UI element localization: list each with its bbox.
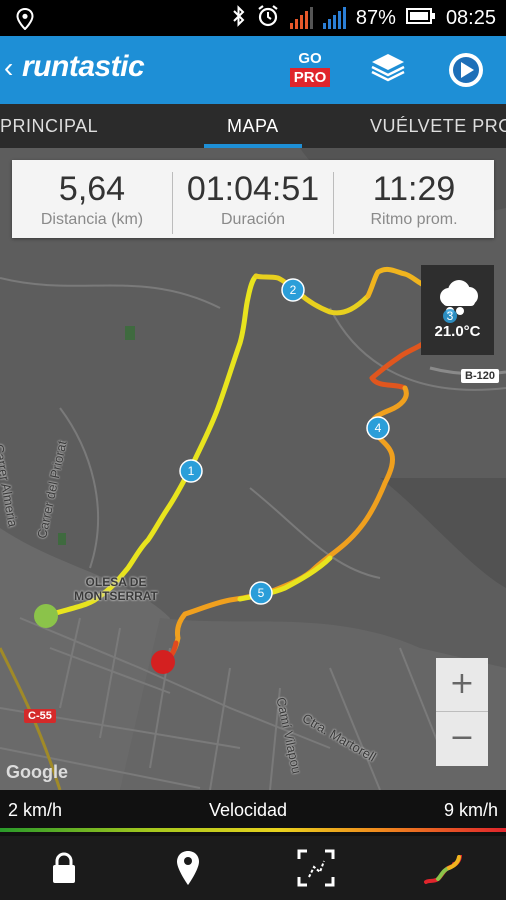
distance-label: Distancia (km) bbox=[40, 211, 144, 228]
speed-label: Velocidad bbox=[209, 800, 288, 820]
tab-principal[interactable]: PRINCIPAL bbox=[0, 116, 98, 137]
battery-icon bbox=[405, 7, 436, 30]
route-scan-icon[interactable] bbox=[296, 848, 336, 888]
distance-value: 5,64 bbox=[58, 170, 126, 208]
route-end-marker bbox=[151, 650, 175, 674]
duration-label: Duración bbox=[220, 211, 286, 228]
km-marker-1-label: 1 bbox=[188, 464, 195, 478]
music-player-icon[interactable] bbox=[446, 50, 486, 90]
town-label: OLESA DE MONTSERRAT bbox=[74, 575, 158, 603]
bluetooth-icon bbox=[232, 4, 246, 32]
road-badge-b120: B-120 bbox=[461, 369, 499, 383]
km-marker-4-label: 4 bbox=[375, 421, 382, 435]
alarm-icon bbox=[256, 4, 280, 33]
weather-widget[interactable]: 3 21.0°C bbox=[421, 265, 494, 355]
stats-card: 5,64 Distancia (km) 01:04:51 Duración 11… bbox=[12, 160, 494, 238]
km-marker-2-label: 2 bbox=[290, 283, 297, 297]
zoom-in-button[interactable]: + bbox=[436, 658, 488, 712]
tab-vuelvete-pro[interactable]: VUÉLVETE PRO bbox=[370, 116, 506, 137]
pro-label: PRO bbox=[289, 68, 331, 87]
status-bar: 87% 08:25 bbox=[0, 0, 506, 36]
speed-max: 9 km/h bbox=[443, 800, 498, 820]
stat-duration: 01:04:51 Duración bbox=[173, 160, 333, 238]
go-pro-button[interactable]: GO PRO bbox=[289, 50, 331, 87]
signal-icon-1 bbox=[289, 7, 313, 29]
route-start-marker bbox=[34, 604, 58, 628]
go-label: GO bbox=[298, 50, 322, 67]
tab-bar: PRINCIPAL MAPA VUÉLVETE PRO bbox=[0, 104, 506, 148]
location-icon bbox=[16, 7, 34, 35]
signal-icon-2 bbox=[322, 7, 346, 29]
zoom-out-button[interactable]: − bbox=[436, 712, 488, 765]
app-bar: ‹ runtastic GO PRO bbox=[0, 36, 506, 104]
pace-value: 11:29 bbox=[372, 170, 456, 208]
map-pin-icon[interactable] bbox=[168, 848, 208, 888]
tab-mapa[interactable]: MAPA bbox=[227, 116, 279, 137]
battery-percent: 87% bbox=[355, 6, 396, 29]
cloudy-weather-icon: 3 bbox=[440, 280, 478, 323]
km-marker-5-label: 5 bbox=[258, 586, 265, 600]
zoom-controls: + − bbox=[436, 658, 488, 766]
run-route-icon[interactable] bbox=[422, 848, 462, 888]
bottom-nav bbox=[0, 836, 506, 900]
google-attribution: Google bbox=[6, 762, 68, 782]
stat-distance: 5,64 Distancia (km) bbox=[12, 160, 172, 238]
map-canvas: 1 2 4 5 bbox=[0, 148, 506, 790]
back-chevron-icon[interactable]: ‹ bbox=[4, 54, 13, 82]
speed-legend: 2 km/h Velocidad 9 km/h bbox=[0, 790, 506, 836]
temperature: 21.0°C bbox=[434, 323, 481, 340]
layers-icon[interactable] bbox=[368, 52, 408, 88]
map-view[interactable]: 1 2 4 5 OLESA DE MONTSERRAT Carrer Almer… bbox=[0, 148, 506, 790]
speed-gradient bbox=[0, 828, 506, 832]
pace-label: Ritmo prom. bbox=[370, 211, 458, 228]
road-badge-c55: C-55 bbox=[24, 709, 56, 723]
clock: 08:25 bbox=[445, 6, 496, 29]
stat-pace: 11:29 Ritmo prom. bbox=[334, 160, 494, 238]
speed-min: 2 km/h bbox=[8, 800, 63, 820]
duration-value: 01:04:51 bbox=[186, 170, 320, 208]
km-marker-3-label: 3 bbox=[447, 309, 454, 323]
app-logo[interactable]: runtastic bbox=[22, 50, 145, 84]
lock-icon[interactable] bbox=[44, 848, 84, 888]
